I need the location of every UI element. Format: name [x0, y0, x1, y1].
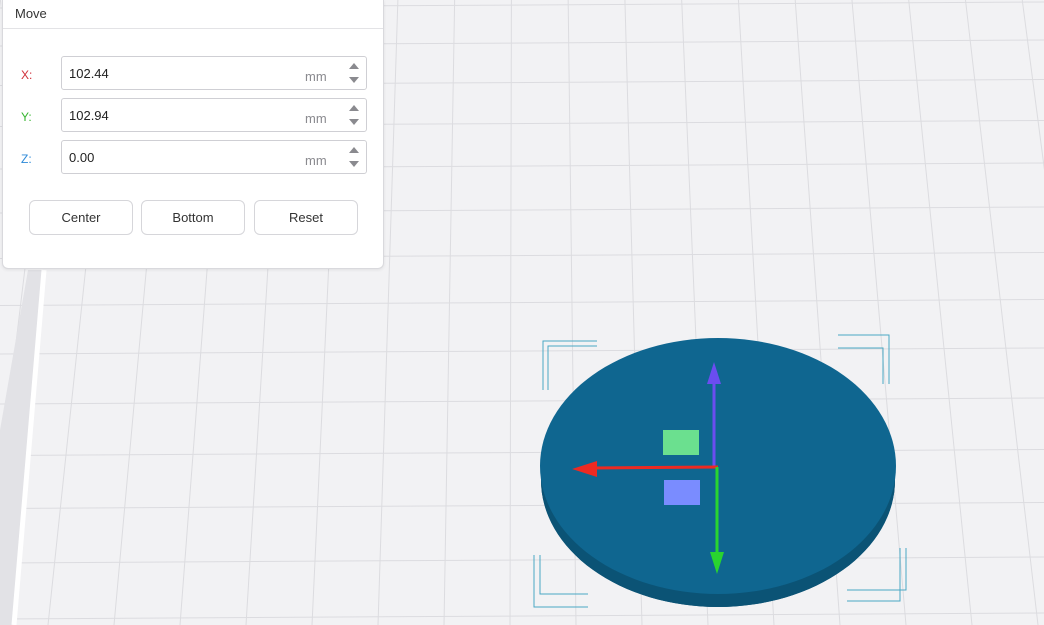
reset-button[interactable]: Reset — [254, 200, 358, 235]
z-value[interactable]: 0.00 — [69, 150, 94, 165]
x-value[interactable]: 102.44 — [69, 66, 109, 81]
x-increment-arrow-icon[interactable] — [349, 63, 359, 69]
y-unit: mm — [305, 111, 327, 126]
z-position-field[interactable]: 0.00 mm — [61, 140, 367, 174]
y-stepper[interactable] — [342, 99, 366, 131]
xz-plane-handle[interactable] — [664, 480, 700, 505]
bottom-button[interactable]: Bottom — [141, 200, 245, 235]
z-decrement-arrow-icon[interactable] — [349, 161, 359, 167]
x-unit: mm — [305, 69, 327, 84]
xy-plane-handle[interactable] — [663, 430, 699, 455]
z-unit: mm — [305, 153, 327, 168]
panel-divider — [3, 28, 383, 29]
move-panel: Move X: 102.44 mm Y: 102.94 mm Z: 0.00 m… — [2, 0, 384, 269]
x-decrement-arrow-icon[interactable] — [349, 77, 359, 83]
y-position-field[interactable]: 102.94 mm — [61, 98, 367, 132]
z-increment-arrow-icon[interactable] — [349, 147, 359, 153]
x-stepper[interactable] — [342, 57, 366, 89]
y-decrement-arrow-icon[interactable] — [349, 119, 359, 125]
panel-title: Move — [15, 6, 47, 21]
center-button[interactable]: Center — [29, 200, 133, 235]
z-stepper[interactable] — [342, 141, 366, 173]
y-label: Y: — [21, 110, 32, 124]
y-value[interactable]: 102.94 — [69, 108, 109, 123]
x-axis-handle[interactable] — [591, 465, 719, 470]
x-label: X: — [21, 68, 33, 82]
y-increment-arrow-icon[interactable] — [349, 105, 359, 111]
z-label: Z: — [21, 152, 32, 166]
x-position-field[interactable]: 102.44 mm — [61, 56, 367, 90]
